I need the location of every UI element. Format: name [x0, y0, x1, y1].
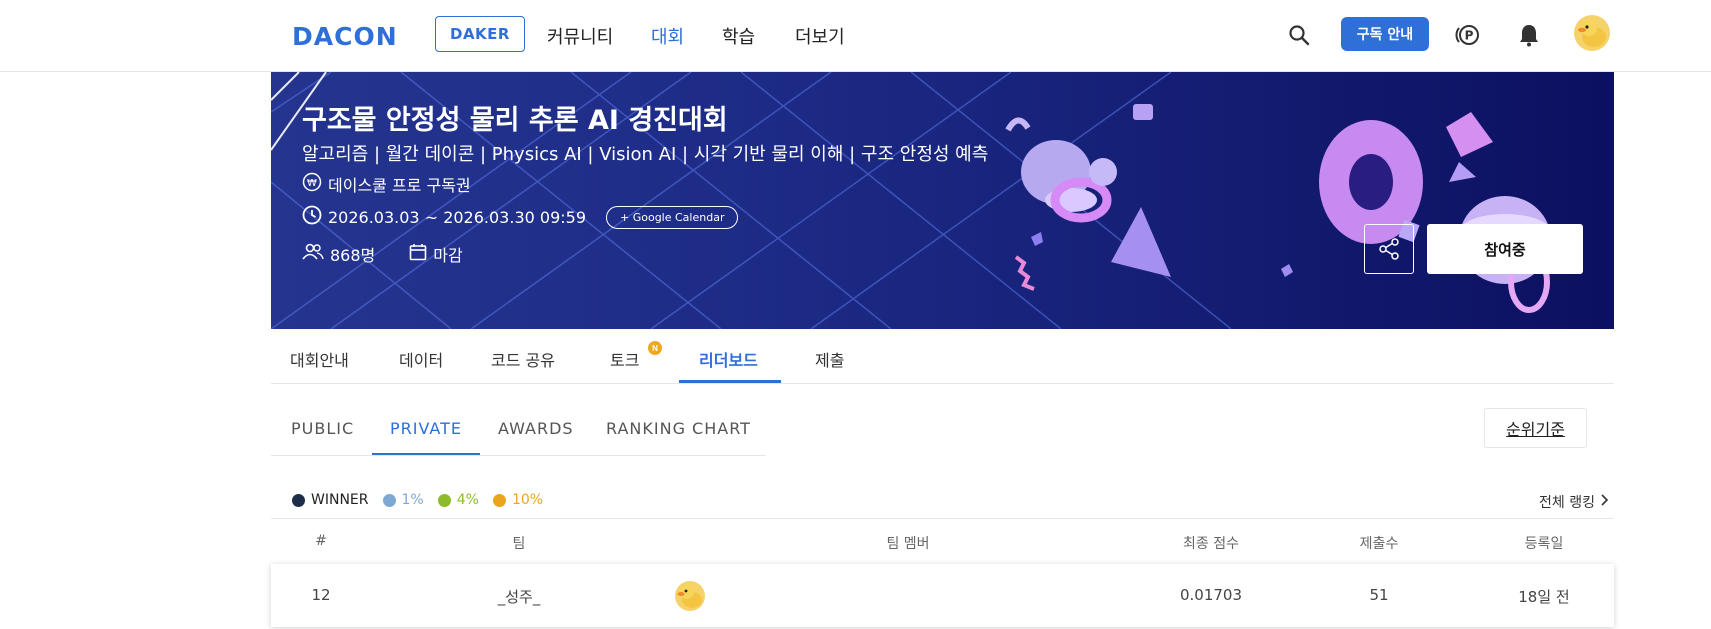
tab-ranking-chart[interactable]: RANKING CHART: [606, 419, 751, 438]
row-registered: 18일 전: [1518, 588, 1570, 606]
competition-tags: 알고리즘 | 월간 데이콘 | Physics AI | Vision AI |…: [302, 144, 989, 165]
competition-banner: 구조물 안정성 물리 추론 AI 경진대회 알고리즘 | 월간 데이콘 | Ph…: [271, 72, 1614, 329]
share-icon: [1379, 238, 1399, 260]
leaderboard-tabs: PUBLIC PRIVATE AWARDS RANKING CHART: [271, 400, 766, 456]
tab-code-share[interactable]: 코드 공유: [491, 347, 555, 371]
legend-winner: WINNER: [292, 492, 369, 508]
ranking-criteria-button[interactable]: 순위기준: [1484, 408, 1587, 448]
col-registered: 등록일: [1524, 536, 1564, 552]
won-icon: ₩: [302, 172, 322, 196]
search-icon[interactable]: [1286, 22, 1312, 48]
join-button[interactable]: 참여중: [1427, 224, 1583, 274]
col-submissions: 제출수: [1359, 536, 1399, 552]
chevron-right-icon: [1599, 494, 1609, 510]
competition-title: 구조물 안정성 물리 추론 AI 경진대회: [302, 105, 728, 136]
active-tab-indicator: [679, 380, 781, 383]
top-header: DACON DAKER 커뮤니티 대회 학습 더보기 구독 안내 P: [0, 0, 1711, 72]
nav-competition[interactable]: 대회: [651, 23, 684, 49]
legend-1pct: 1%: [382, 492, 424, 508]
calendar-icon: [409, 243, 427, 265]
people-icon: [302, 243, 324, 265]
col-team: 팀: [512, 536, 526, 552]
col-final-score: 최종 점수: [1183, 536, 1239, 552]
nav-learning[interactable]: 학습: [722, 23, 755, 49]
active-lb-tab-indicator: [372, 453, 480, 455]
decorative-shapes: [1005, 104, 1551, 313]
tab-data[interactable]: 데이터: [399, 347, 443, 371]
all-ranking-link[interactable]: 전체 랭킹: [1539, 492, 1609, 512]
bell-icon[interactable]: [1516, 21, 1542, 49]
subscribe-button[interactable]: 구독 안내: [1341, 17, 1429, 51]
legend-4pct: 4%: [437, 492, 479, 508]
period-text: 2026.03.03 ~ 2026.03.30 09:59: [328, 207, 586, 227]
tab-private[interactable]: PRIVATE: [390, 419, 462, 438]
row-team[interactable]: _성주_: [498, 586, 541, 607]
new-badge: N: [648, 341, 662, 355]
period-row: 2026.03.03 ~ 2026.03.30 09:59 + Google C…: [302, 205, 739, 229]
all-ranking-label: 전체 랭킹: [1539, 495, 1595, 511]
participants-count: 868명: [330, 246, 376, 265]
leaderboard-table-header: # 팀 팀 멤버 최종 점수 제출수 등록일: [271, 518, 1614, 564]
nav-community[interactable]: 커뮤니티: [547, 23, 613, 49]
daker-button[interactable]: DAKER: [435, 16, 525, 52]
point-icon[interactable]: P: [1454, 21, 1482, 49]
table-row[interactable]: 12 _성주_ 0.01703 51 18일 전: [271, 564, 1614, 627]
prize-row: ₩ 데이스쿨 프로 구독권: [302, 172, 471, 196]
user-avatar[interactable]: [1574, 15, 1610, 51]
row-score: 0.01703: [1179, 586, 1243, 604]
col-members: 팀 멤버: [886, 536, 930, 552]
google-calendar-button[interactable]: + Google Calendar: [606, 205, 739, 229]
tab-submit[interactable]: 제출: [815, 347, 844, 371]
tab-leaderboard[interactable]: 리더보드: [699, 347, 758, 371]
rank-legend: WINNER 1% 4% 10%: [292, 492, 557, 508]
row-rank: 12: [311, 586, 331, 604]
dacon-logo[interactable]: DACON: [292, 22, 398, 51]
tab-public[interactable]: PUBLIC: [291, 419, 354, 438]
row-submissions: 51: [1369, 586, 1389, 604]
nav-more[interactable]: 더보기: [795, 23, 845, 49]
stats-row: 868명 마감: [302, 242, 463, 266]
tab-overview[interactable]: 대회안내: [290, 347, 349, 371]
svg-text:₩: ₩: [307, 178, 317, 189]
clock-icon: [302, 205, 322, 229]
svg-text:P: P: [1465, 29, 1474, 43]
prize-text: 데이스쿨 프로 구독권: [328, 176, 471, 195]
col-rank: #: [315, 533, 327, 549]
competition-tabs: 대회안내 데이터 코드 공유 토크 N 리더보드 제출: [271, 329, 1614, 384]
tab-talk[interactable]: 토크: [610, 347, 639, 371]
member-avatar[interactable]: [675, 581, 705, 611]
legend-10pct: 10%: [492, 492, 543, 508]
competition-status: 마감: [433, 246, 463, 265]
share-button[interactable]: [1364, 224, 1414, 274]
tab-awards[interactable]: AWARDS: [498, 419, 574, 438]
